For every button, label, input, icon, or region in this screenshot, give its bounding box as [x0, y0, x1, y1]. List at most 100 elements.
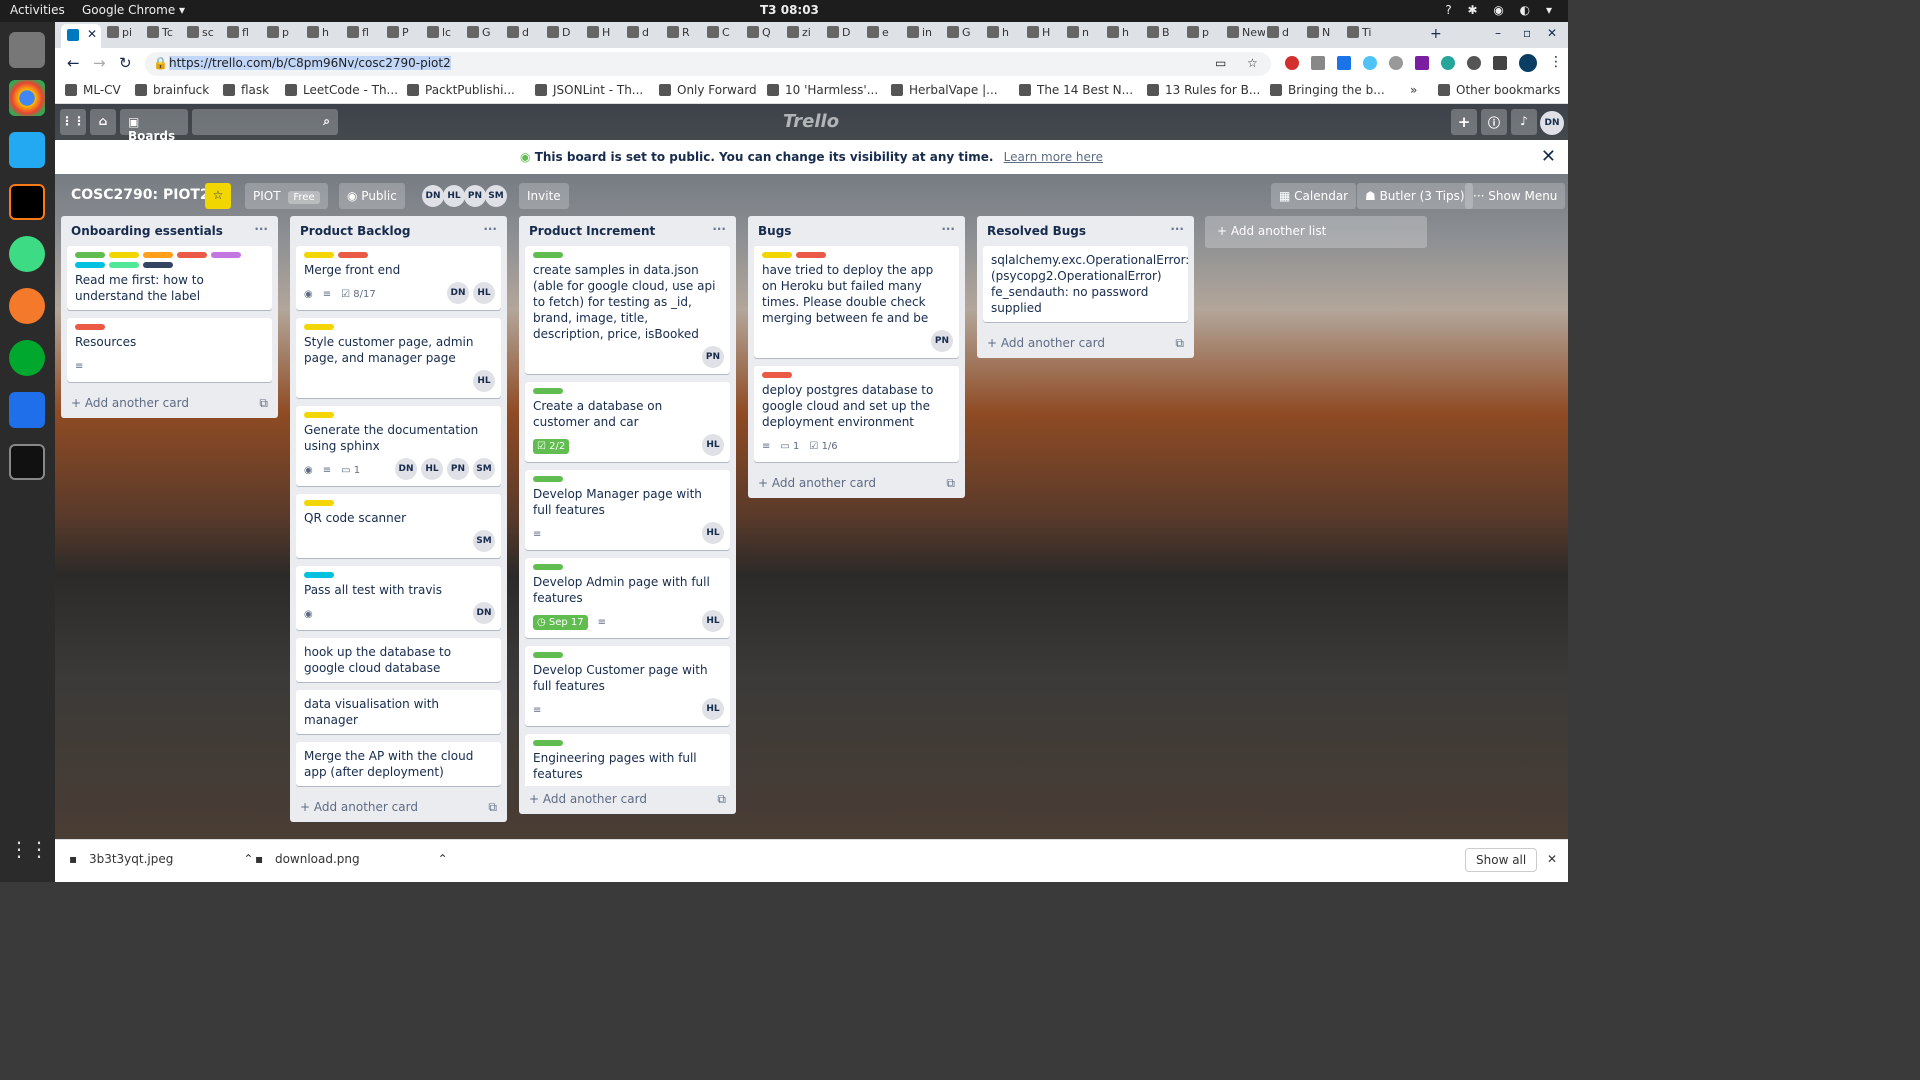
other-bookmarks[interactable]: Other bookmarks [1438, 83, 1560, 97]
card[interactable]: QR code scanner SM [296, 494, 501, 558]
list-title[interactable]: Bugs [758, 224, 791, 238]
browser-tab[interactable]: P [387, 26, 425, 46]
browser-tab[interactable]: fl [227, 26, 265, 46]
chrome-menu-icon[interactable]: ⋮ [1549, 54, 1563, 72]
bookmark-item[interactable]: 13 Rules for B... [1147, 83, 1260, 97]
evernote-icon[interactable] [9, 340, 45, 376]
card-template-icon[interactable]: ⧉ [1175, 336, 1184, 351]
home-icon[interactable]: ⌂ [90, 109, 116, 135]
show-apps-icon[interactable]: ⋮⋮ [9, 837, 49, 873]
bookmark-item[interactable]: flask [223, 83, 269, 97]
new-tab-icon[interactable]: + [1430, 26, 1442, 42]
bookmark-item[interactable]: Bringing the b... [1270, 83, 1385, 97]
browser-tab[interactable]: lc [427, 26, 465, 46]
minimize-icon[interactable]: – [1495, 26, 1501, 40]
browser-tab[interactable]: D [827, 26, 865, 46]
browser-tab[interactable]: h [1107, 26, 1145, 46]
files-icon[interactable] [9, 32, 45, 68]
bookmark-item[interactable]: Only Forward [659, 83, 757, 97]
card[interactable]: Engineering pages with full featuresPN [525, 734, 730, 786]
user-avatar[interactable]: DN [1540, 111, 1564, 135]
chevron-up-icon[interactable]: ⌃ [438, 852, 448, 866]
download-item[interactable]: ▪ 3b3t3yqt.jpeg ⌃ [69, 852, 253, 866]
vnc-icon[interactable] [9, 392, 45, 428]
bookmark-star-icon[interactable]: ☆ [1247, 56, 1258, 70]
browser-tab[interactable]: Ti [1347, 26, 1385, 46]
bookmark-item[interactable]: ML-CV [65, 83, 121, 97]
add-card-button[interactable]: + Add another card ⧉ [290, 794, 507, 822]
add-card-button[interactable]: + Add another card ⧉ [977, 330, 1194, 358]
browser-tab[interactable]: pi [107, 26, 145, 46]
label-green[interactable] [533, 476, 563, 482]
bookmark-item[interactable]: LeetCode - Th... [285, 83, 398, 97]
member-avatar[interactable]: DN [395, 458, 417, 480]
terminal-icon[interactable] [9, 444, 45, 480]
card[interactable]: deploy postgres database to google cloud… [754, 366, 959, 462]
create-icon[interactable]: + [1451, 109, 1477, 135]
browser-tab[interactable]: C [707, 26, 745, 46]
browser-tab[interactable]: h [307, 26, 345, 46]
member-avatar[interactable]: PN [702, 346, 724, 368]
bookmark-item[interactable]: The 14 Best N... [1019, 83, 1133, 97]
browser-tab[interactable]: B [1147, 26, 1185, 46]
card[interactable]: Style customer page, admin page, and man… [296, 318, 501, 398]
info-icon[interactable]: ⓘ [1481, 109, 1507, 135]
list-menu-icon[interactable]: ··· [712, 222, 726, 236]
add-card-button[interactable]: + Add another card ⧉ [748, 470, 965, 498]
back-icon[interactable]: ← [67, 54, 80, 72]
bookmark-item[interactable]: JSONLint - Th... [535, 83, 643, 97]
card[interactable]: data visualisation with manager [296, 690, 501, 734]
member-avatar[interactable]: HL [702, 610, 724, 632]
card[interactable]: sqlalchemy.exc.OperationalError: (psycop… [983, 246, 1189, 322]
label-red[interactable] [177, 252, 207, 258]
card[interactable]: Read me first: how to understand the lab… [67, 246, 272, 310]
card-template-icon[interactable]: ⧉ [259, 396, 268, 411]
browser-tab[interactable]: R [667, 26, 705, 46]
browser-tab[interactable]: d [627, 26, 665, 46]
adblock-icon[interactable] [1285, 56, 1299, 70]
card[interactable]: Resources ≡ [67, 318, 272, 382]
chrome-icon[interactable] [9, 80, 45, 116]
list-title[interactable]: Product Backlog [300, 224, 410, 238]
label-lime[interactable] [109, 262, 139, 268]
browser-tab[interactable]: fl [347, 26, 385, 46]
list-header[interactable]: Bugs ··· [748, 216, 965, 246]
member-avatar[interactable]: HL [443, 185, 465, 207]
intellij-icon[interactable] [9, 184, 45, 220]
label-red[interactable] [75, 324, 105, 330]
extension-icon[interactable] [1363, 56, 1377, 70]
member-avatar[interactable]: PN [464, 185, 486, 207]
browser-tab[interactable]: zi [787, 26, 825, 46]
postman-icon[interactable] [9, 288, 45, 324]
member-avatar[interactable]: DN [473, 602, 495, 624]
label-green[interactable] [533, 740, 563, 746]
list-header[interactable]: Product Backlog ··· [290, 216, 507, 246]
label-green[interactable] [533, 564, 563, 570]
extension-icon[interactable] [1337, 56, 1351, 70]
label-black[interactable] [143, 262, 173, 268]
list-title[interactable]: Onboarding essentials [71, 224, 223, 238]
extension-icon[interactable] [1311, 56, 1325, 70]
list-menu-icon[interactable]: ··· [1170, 222, 1184, 236]
member-avatar[interactable]: HL [473, 282, 495, 304]
team-button[interactable]: PIOT Free [245, 183, 328, 209]
show-all-button[interactable]: Show all [1465, 848, 1538, 872]
list-menu-icon[interactable]: ··· [941, 222, 955, 236]
card[interactable]: Develop Customer page with full features… [525, 646, 730, 726]
cast-icon[interactable]: ▭ [1215, 56, 1226, 70]
card[interactable]: Generate the documentation using sphinx ◉… [296, 406, 501, 486]
browser-tab[interactable]: n [1067, 26, 1105, 46]
puzzle-icon[interactable] [1493, 56, 1507, 70]
card[interactable]: create samples in data.json (able for go… [525, 246, 730, 374]
bookmark-item[interactable]: brainfuck [135, 83, 209, 97]
visibility-button[interactable]: ◉ Public [339, 183, 405, 209]
forward-icon[interactable]: → [93, 54, 106, 72]
android-studio-icon[interactable] [9, 236, 45, 272]
label-yellow[interactable] [109, 252, 139, 258]
label-red[interactable] [762, 372, 792, 378]
window-close-icon[interactable]: ✕ [1547, 26, 1557, 40]
label-yellow[interactable] [304, 500, 334, 506]
list-header[interactable]: Product Increment ··· [519, 216, 736, 246]
browser-tab[interactable]: d [1267, 26, 1305, 46]
member-avatar[interactable]: HL [421, 458, 443, 480]
